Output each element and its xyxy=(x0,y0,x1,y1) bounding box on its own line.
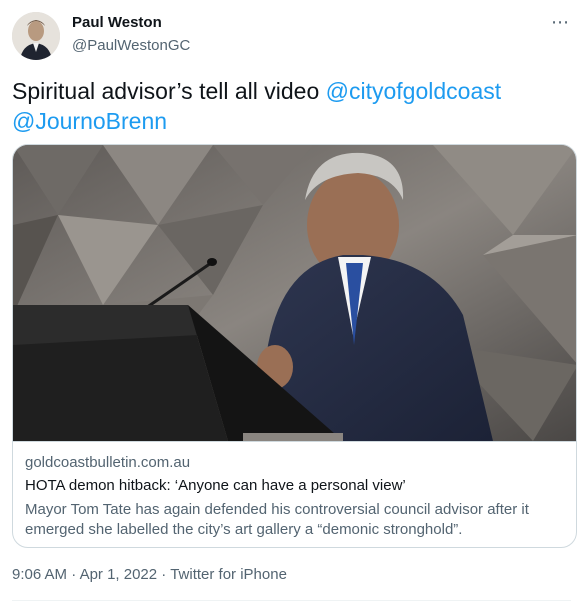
mention-link[interactable]: @cityofgoldcoast xyxy=(326,78,502,104)
meta-separator: · xyxy=(67,566,80,583)
tweet: Paul Weston @PaulWestonGC ⋯ Spiritual ad… xyxy=(0,0,583,610)
more-options-icon[interactable]: ⋯ xyxy=(548,10,572,34)
tweet-meta: 9:06 AM · Apr 1, 2022 · Twitter for iPho… xyxy=(12,566,287,583)
card-info: goldcoastbulletin.com.au HOTA demon hitb… xyxy=(13,441,576,547)
tweet-time[interactable]: 9:06 AM xyxy=(12,566,67,583)
tweet-text: Spiritual advisor’s tell all video @city… xyxy=(12,76,567,136)
tweet-source: Twitter for iPhone xyxy=(170,566,287,583)
avatar[interactable] xyxy=(12,12,60,60)
author-name[interactable]: Paul Weston xyxy=(72,14,162,31)
avatar-image xyxy=(12,12,60,60)
tweet-date[interactable]: Apr 1, 2022 xyxy=(80,566,158,583)
meta-separator: · xyxy=(157,566,171,583)
author-handle[interactable]: @PaulWestonGC xyxy=(72,37,190,54)
mention-link[interactable]: @JournoBrenn xyxy=(12,108,167,134)
link-card[interactable]: goldcoastbulletin.com.au HOTA demon hitb… xyxy=(12,144,577,548)
divider xyxy=(12,600,571,601)
card-domain: goldcoastbulletin.com.au xyxy=(25,454,191,471)
card-title: HOTA demon hitback: ‘Anyone can have a p… xyxy=(25,477,406,494)
card-image xyxy=(13,145,576,441)
card-description: Mayor Tom Tate has again defended his co… xyxy=(25,501,529,538)
tweet-body: Spiritual advisor’s tell all video xyxy=(12,78,326,104)
